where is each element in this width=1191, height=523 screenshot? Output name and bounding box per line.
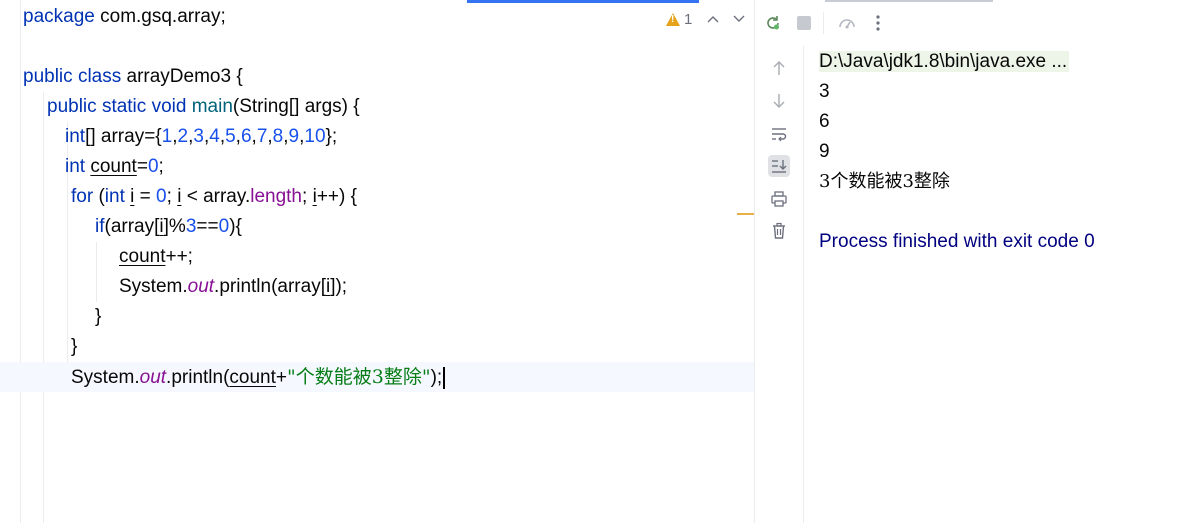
arrow-up-icon[interactable]: [768, 57, 790, 79]
code-line-13[interactable]: System.out.println(count+"个数能被3整除");: [71, 362, 446, 392]
profiler-icon[interactable]: [836, 12, 858, 34]
code-line-9[interactable]: count++;: [119, 242, 193, 272]
chevron-down-icon[interactable]: [732, 9, 746, 29]
chevron-up-icon[interactable]: [706, 9, 720, 29]
code-line-8[interactable]: if(array[i]%3==0){: [95, 212, 242, 242]
code-line-12[interactable]: }: [71, 332, 77, 362]
console-side-toolbar: [755, 46, 804, 523]
code-line-7[interactable]: for (int i = 0; i < array.length; i++) {: [71, 182, 357, 212]
more-icon[interactable]: [867, 12, 889, 34]
code-line-4[interactable]: public static void main(String[] args) {: [47, 92, 360, 122]
trash-icon[interactable]: [768, 220, 790, 242]
code-line-3[interactable]: public class arrayDemo3 {: [23, 62, 243, 92]
arrow-down-icon[interactable]: [768, 90, 790, 112]
inspection-widget[interactable]: 1: [666, 9, 692, 29]
code-line-1[interactable]: package com.gsq.array;: [23, 2, 226, 32]
toolbar-separator: [823, 12, 824, 34]
text-caret: [443, 366, 446, 389]
run-tab-indicator: [825, 0, 993, 2]
warning-stripe-marker[interactable]: [737, 213, 754, 215]
run-toolbar: [755, 0, 1191, 47]
rerun-icon[interactable]: [762, 12, 784, 34]
code-line-10[interactable]: System.out.println(array[i]);: [119, 272, 347, 302]
warning-icon: [666, 12, 680, 26]
stop-icon[interactable]: [793, 12, 815, 34]
code-line-11[interactable]: }: [95, 302, 101, 332]
print-icon[interactable]: [768, 188, 790, 210]
console-output-line: 6: [819, 111, 830, 132]
scroll-to-end-icon[interactable]: [768, 155, 790, 177]
indent-guide: [20, 0, 21, 523]
code-editor[interactable]: package com.gsq.array; public class arra…: [0, 0, 754, 523]
warning-count: 1: [684, 10, 693, 28]
active-tab-indicator: [467, 0, 699, 3]
console-command-line[interactable]: D:\Java\jdk1.8\bin\java.exe ...: [819, 47, 1070, 77]
console-output-line: 3个数能被3整除: [819, 171, 950, 192]
console-output-line: 9: [819, 141, 830, 162]
indent-guide: [96, 242, 97, 302]
soft-wrap-icon[interactable]: [768, 123, 790, 145]
console-output[interactable]: D:\Java\jdk1.8\bin\java.exe ... 3 6 9 3个…: [804, 46, 1191, 523]
code-line-5[interactable]: int[] array={1,2,3,4,5,6,7,8,9,10};: [65, 122, 337, 152]
indent-guide: [43, 92, 44, 523]
process-exit-message: Process finished with exit code 0: [819, 231, 1095, 252]
code-line-6[interactable]: int count=0;: [65, 152, 164, 182]
console-output-line: 3: [819, 81, 830, 102]
